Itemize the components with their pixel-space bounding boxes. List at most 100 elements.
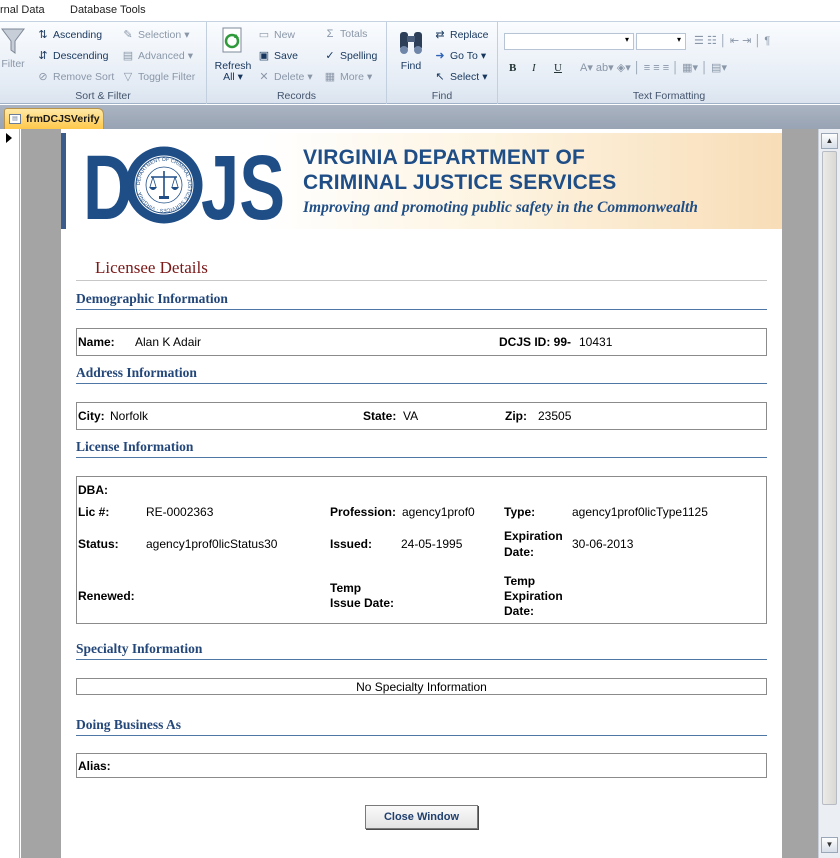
advanced-label: Advanced	[138, 49, 185, 62]
list-buttons[interactable]: ☰ ☷ │ ⇤ ⇥ │ ¶	[694, 34, 770, 47]
totals-label: Totals	[340, 28, 368, 40]
advanced-button[interactable]: ▤ Advanced ▾	[121, 49, 193, 63]
sort-descending-icon: ⇵	[38, 50, 48, 62]
sort-filter-group-title: Sort & Filter	[75, 90, 131, 102]
chevron-down-icon: ▾	[184, 28, 190, 41]
ascending-label: Ascending	[53, 28, 103, 41]
agency-title: VIRGINIA DEPARTMENT OF CRIMINAL JUSTICE …	[303, 145, 616, 195]
form-window: ▲ ▼ D DEPARTMENT OF CRIMINAL JUSTICE SER…	[0, 129, 840, 858]
refresh-sub-label: All	[223, 71, 235, 83]
dcjs-banner: D DEPARTMENT OF CRIMINAL JUSTICE SERVICE…	[61, 133, 782, 229]
spelling-button[interactable]: ✓ Spelling	[323, 49, 378, 63]
refresh-all-button[interactable]: Refresh All ▾	[211, 26, 255, 83]
tab-external-data[interactable]: rnal Data	[0, 4, 45, 16]
goto-button[interactable]: ➜ Go To ▾	[433, 49, 487, 63]
document-tab-label: frmDCJSVerify	[26, 113, 100, 125]
indent-increase-icon: ⇥	[742, 35, 752, 47]
renewed-label: Renewed:	[78, 589, 135, 603]
zip-label: Zip:	[505, 409, 527, 423]
specialty-empty-text: No Specialty Information	[356, 680, 487, 694]
section-doing-business-as: Doing Business As	[76, 714, 767, 736]
find-button[interactable]: Find	[391, 26, 431, 72]
select-button[interactable]: ↖ Select ▾	[433, 70, 487, 84]
ascending-button[interactable]: ⇅ Ascending	[36, 28, 103, 42]
sort-filter-group: Filter ⇅ Ascending ⇵ Descending ⊘ Remove So…	[0, 22, 207, 104]
profession-value: agency1prof0	[402, 505, 475, 519]
spelling-label: Spelling	[340, 49, 378, 62]
sigma-icon: Σ	[326, 28, 334, 40]
temp-exp-label-line2: Expiration	[504, 589, 563, 603]
ribbon-tab-bar: rnal Data Database Tools	[0, 0, 840, 22]
toggle-filter-button[interactable]: ▽ Toggle Filter	[121, 70, 195, 84]
expiration-label-line1: Expiration	[504, 529, 563, 543]
delete-button[interactable]: ✕ Delete ▾	[257, 70, 312, 84]
state-label: State:	[363, 409, 397, 423]
specialty-box: No Specialty Information	[76, 678, 767, 695]
bold-button[interactable]: B	[509, 62, 516, 74]
text-formatting-group-title: Text Formatting	[632, 90, 706, 102]
record-selector[interactable]	[0, 129, 20, 858]
font-name-combo[interactable]: ▾	[504, 33, 634, 50]
agency-title-line2: CRIMINAL JUSTICE SERVICES	[303, 171, 617, 194]
alias-box: Alias:	[76, 753, 767, 778]
replace-button[interactable]: ⇄ Replace	[433, 28, 488, 42]
descending-button[interactable]: ⇵ Descending	[36, 49, 109, 63]
text-formatting-group: ▾ ▾ ☰ ☷ │ ⇤ ⇥ │ ¶ B I U A▾ ab▾ ◈▾ │ ≡ ≡ …	[498, 22, 840, 104]
chevron-down-icon: ▾	[480, 49, 487, 62]
tab-database-tools[interactable]: Database Tools	[70, 4, 146, 16]
new-record-button[interactable]: ▭ New	[257, 28, 296, 42]
italic-button[interactable]: I	[532, 62, 536, 74]
title-divider	[76, 280, 767, 281]
expiration-value: 30-06-2013	[572, 537, 634, 551]
temp-exp-label-line3: Date:	[504, 604, 535, 618]
records-group-title: Records	[276, 90, 317, 102]
remove-sort-button[interactable]: ⊘ Remove Sort	[36, 70, 115, 84]
save-button[interactable]: ▣ Save	[257, 49, 298, 63]
paragraph-icon: ¶	[764, 35, 771, 47]
selection-label: Selection	[138, 28, 182, 41]
totals-button[interactable]: Σ Totals	[323, 28, 368, 40]
descending-label: Descending	[53, 49, 109, 62]
temp-expiration-date-label: Temp Expiration Date:	[504, 574, 563, 618]
refresh-icon	[222, 27, 242, 53]
delete-icon: ✕	[259, 71, 269, 83]
sort-ascending-icon: ⇅	[38, 29, 48, 41]
form-left-margin	[21, 129, 61, 858]
dcjs-logo: D DEPARTMENT OF CRIMINAL JUSTICE SERVICE…	[83, 139, 285, 227]
name-value: Alan K Adair	[135, 335, 202, 349]
new-label: New	[274, 28, 296, 41]
goto-arrow-icon: ➜	[435, 50, 445, 62]
section-license-title: License Information	[76, 439, 194, 454]
profession-label: Profession:	[330, 505, 397, 519]
filter-button[interactable]: Filter	[0, 26, 26, 70]
vertical-scrollbar[interactable]: ▲ ▼	[818, 129, 840, 858]
scroll-thumb[interactable]	[822, 151, 837, 805]
name-label: Name:	[78, 335, 115, 349]
close-window-button[interactable]: Close Window	[365, 805, 478, 829]
section-demographic-title: Demographic Information	[76, 291, 228, 306]
agency-tagline: Improving and promoting public safety in…	[303, 199, 698, 216]
tab-frmdcjsverify[interactable]: ▤ frmDCJSVerify	[4, 108, 104, 129]
goto-label: Go To	[450, 49, 478, 62]
align-right-icon: ≡	[662, 62, 670, 74]
toggle-filter-icon: ▽	[123, 71, 133, 83]
remove-sort-label: Remove Sort	[53, 70, 115, 83]
city-label: City:	[78, 409, 105, 423]
scroll-down-button[interactable]: ▼	[821, 837, 838, 853]
more-button[interactable]: ▦ More ▾	[323, 70, 372, 84]
underline-button[interactable]: U	[554, 62, 562, 74]
section-specialty: Specialty Information	[76, 638, 767, 660]
type-label: Type:	[504, 505, 536, 519]
save-label: Save	[274, 49, 298, 62]
dcjs-id-label: DCJS ID: 99-	[499, 335, 572, 349]
delete-label: Delete	[274, 70, 305, 83]
current-record-arrow-icon	[6, 133, 12, 143]
issued-label: Issued:	[330, 537, 373, 551]
agency-title-line1: VIRGINIA DEPARTMENT OF	[303, 146, 586, 169]
scroll-up-button[interactable]: ▲	[821, 133, 838, 149]
funnel-icon	[1, 28, 25, 54]
selection-button[interactable]: ✎ Selection ▾	[121, 28, 190, 42]
city-value: Norfolk	[110, 409, 149, 423]
color-buttons[interactable]: A▾ ab▾ ◈▾ │ ≡ ≡ ≡ │ ▦▾ │ ▤▾	[580, 61, 727, 74]
font-size-combo[interactable]: ▾	[636, 33, 686, 50]
